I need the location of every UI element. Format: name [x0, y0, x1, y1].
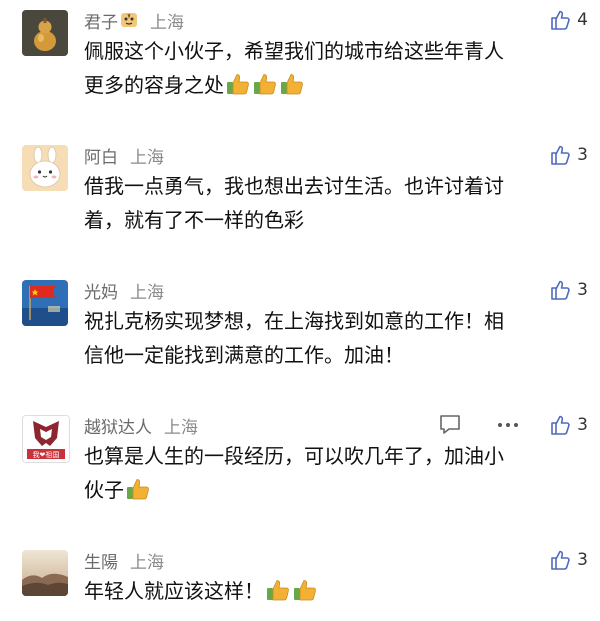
comment-item: 君子 上海 4 佩服这个小伙子，希望我们的城市给这些年青人 更多的容身之处: [0, 0, 600, 120]
flag-avatar-icon: [22, 280, 68, 326]
comment-line-1: 借我一点勇气，我也想出去讨生活。也许讨着讨: [84, 174, 504, 198]
thumbs-up-icon: [551, 145, 570, 165]
like-button[interactable]: 3: [549, 143, 588, 167]
like-count: 3: [577, 280, 588, 300]
more-options-icon[interactable]: [496, 414, 520, 436]
comment-text: 祝扎克杨实现梦想，在上海找到如意的工作！相 信他一定能找到满意的工作。加油！: [84, 304, 584, 372]
thumbs-up-icon: [551, 280, 570, 300]
avatar[interactable]: [22, 550, 68, 596]
thumbs-up-emoji-icon: [267, 580, 289, 601]
comment-text: 佩服这个小伙子，希望我们的城市给这些年青人 更多的容身之处: [84, 34, 584, 102]
like-button[interactable]: 3: [549, 278, 588, 302]
thumbs-up-emoji-icon: [227, 74, 249, 95]
like-count: 3: [577, 145, 588, 165]
tiger-badge-icon: [121, 13, 137, 27]
comment-line-2: 信他一定能找到满意的工作。加油！: [84, 343, 404, 367]
landscape-avatar-icon: [22, 550, 68, 596]
thumbs-up-emoji-icon: [254, 74, 276, 95]
comment-line-2: 更多的容身之处: [84, 73, 224, 97]
avatar-caption: 我❤祖国: [33, 450, 60, 459]
comment-item: 阿白 上海 3 借我一点勇气，我也想出去讨生活。也许讨着讨 着，就有了不一样的色…: [0, 135, 600, 255]
thumbs-up-emoji-icon: [281, 74, 303, 95]
like-count: 4: [577, 10, 588, 30]
avatar[interactable]: [22, 280, 68, 326]
like-count: 3: [577, 550, 588, 570]
location-label: 上海: [150, 12, 184, 33]
like-count: 3: [577, 415, 588, 435]
comment-meta: 越狱达人 上海: [84, 413, 198, 438]
gourd-avatar-icon: [22, 10, 68, 56]
location-label: 上海: [130, 282, 164, 303]
comment-text: 借我一点勇气，我也想出去讨生活。也许讨着讨 着，就有了不一样的色彩: [84, 169, 584, 237]
avatar[interactable]: [22, 10, 68, 56]
author-name[interactable]: 越狱达人: [84, 413, 152, 438]
avatar[interactable]: [22, 145, 68, 191]
comment-item: 生陽 上海 3 年轻人就应该这样！: [0, 540, 600, 621]
comment-item: 光妈 上海 3 祝扎克杨实现梦想，在上海找到如意的工作！相 信他一定能找到满意的…: [0, 270, 600, 390]
thumbs-up-icon: [551, 550, 570, 570]
comment-line-1: 年轻人就应该这样！: [84, 579, 264, 603]
author-name[interactable]: 光妈: [84, 278, 118, 303]
thumbs-up-icon: [551, 415, 570, 435]
like-button[interactable]: 3: [549, 548, 588, 572]
author-name[interactable]: 君子: [84, 8, 118, 33]
comment-list: 君子 上海 4 佩服这个小伙子，希望我们的城市给这些年青人 更多的容身之处 阿白…: [0, 0, 600, 621]
location-label: 上海: [130, 552, 164, 573]
comment-tools: [438, 413, 520, 437]
comment-item: 我❤祖国 越狱达人 上海 3 也算是人生的一段经历，可以吹几年了，加油小 伙子: [0, 405, 600, 530]
thumbs-emoji-group: [124, 478, 151, 502]
author-name[interactable]: 阿白: [84, 143, 118, 168]
comment-meta: 阿白 上海: [84, 143, 164, 168]
thumbs-up-icon: [551, 10, 570, 30]
thumbs-emoji-group: [224, 73, 305, 97]
thumbs-up-emoji-icon: [294, 580, 316, 601]
comment-meta: 生陽 上海: [84, 548, 164, 573]
like-button[interactable]: 3: [549, 413, 588, 437]
comment-line-1: 佩服这个小伙子，希望我们的城市给这些年青人: [84, 39, 504, 63]
location-label: 上海: [130, 147, 164, 168]
location-label: 上海: [164, 417, 198, 438]
comment-line-1: 也算是人生的一段经历，可以吹几年了，加油小: [84, 444, 504, 468]
comment-text: 也算是人生的一段经历，可以吹几年了，加油小 伙子: [84, 439, 584, 507]
thumbs-emoji-group: [264, 579, 318, 603]
comment-text: 年轻人就应该这样！: [84, 574, 584, 608]
comment-line-2: 着，就有了不一样的色彩: [84, 208, 304, 232]
like-button[interactable]: 4: [549, 8, 588, 32]
author-name[interactable]: 生陽: [84, 548, 118, 573]
comment-meta: 君子 上海: [84, 8, 184, 33]
decepticon-avatar-icon: 我❤祖国: [23, 416, 69, 462]
comment-line-1: 祝扎克杨实现梦想，在上海找到如意的工作！相: [84, 309, 504, 333]
bunny-avatar-icon: [22, 145, 68, 191]
avatar[interactable]: 我❤祖国: [22, 415, 70, 463]
comment-meta: 光妈 上海: [84, 278, 164, 303]
comment-line-2: 伙子: [84, 478, 124, 502]
thumbs-up-emoji-icon: [127, 479, 149, 500]
reply-comment-icon[interactable]: [438, 414, 462, 436]
